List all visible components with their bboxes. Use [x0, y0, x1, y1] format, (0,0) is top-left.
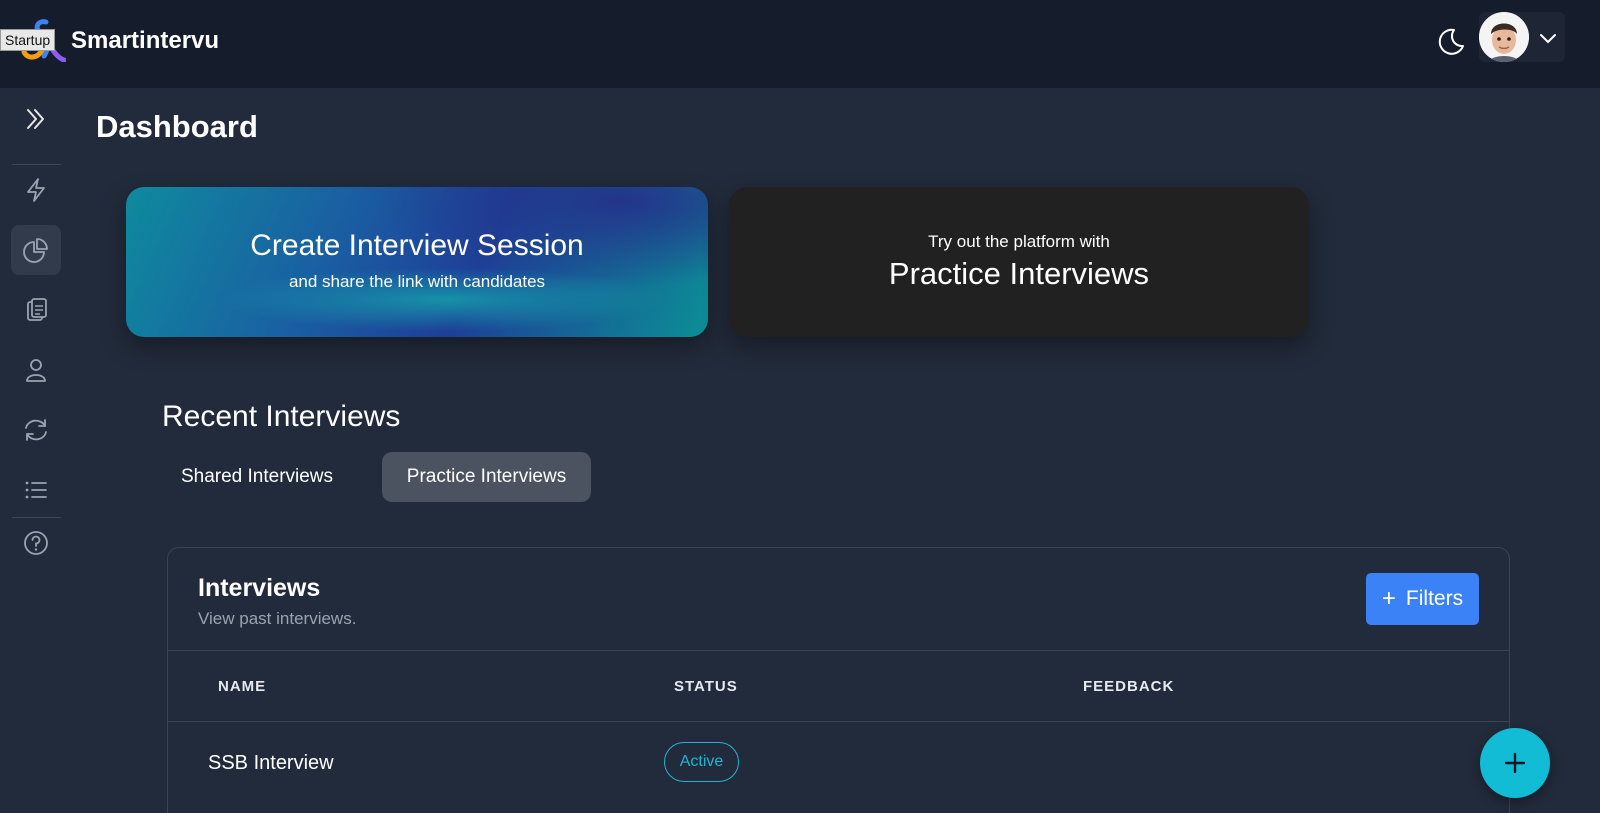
table-subtitle: View past interviews.	[198, 609, 357, 628]
practice-card-title: Practice Interviews	[888, 256, 1150, 291]
sidebar-item-dashboard[interactable]	[11, 225, 61, 275]
list-icon	[25, 481, 47, 499]
clipboard-icon	[27, 298, 47, 321]
page-title: Dashboard	[96, 109, 258, 144]
top-navbar: Smartintervu Startup	[0, 0, 1600, 88]
divider	[168, 721, 1509, 722]
lightning-icon	[27, 178, 45, 202]
sidebar-item-profile[interactable]	[11, 345, 61, 395]
pie-chart-icon	[23, 238, 48, 263]
avatar	[1479, 12, 1529, 62]
user-menu-button[interactable]	[1479, 12, 1565, 62]
filters-button[interactable]: + Filters	[1366, 573, 1479, 625]
plus-icon	[1504, 752, 1526, 774]
help-circle-icon	[24, 531, 48, 555]
double-chevron-right-icon	[27, 109, 44, 129]
filters-label: Filters	[1405, 587, 1464, 610]
create-interview-session-card[interactable]: Create Interview Session and share the l…	[126, 187, 708, 337]
practice-interviews-card[interactable]: Try out the platform with Practice Inter…	[729, 187, 1309, 337]
add-interview-fab[interactable]	[1480, 728, 1550, 798]
interview-name[interactable]: SSB Interview	[208, 752, 334, 775]
column-header-status[interactable]: STATUS	[674, 678, 738, 695]
sidebar-item-interviews[interactable]	[11, 285, 61, 335]
create-card-title: Create Interview Session	[250, 229, 584, 262]
sidebar-item-sync[interactable]	[11, 405, 61, 455]
practice-card-pretext: Try out the platform with	[928, 232, 1110, 251]
sidebar	[0, 88, 72, 813]
sidebar-item-help[interactable]	[11, 518, 61, 568]
column-header-name[interactable]: NAME	[218, 678, 266, 695]
dark-mode-toggle[interactable]	[1434, 24, 1468, 58]
interviews-table-card: Interviews View past interviews. + Filte…	[167, 547, 1510, 813]
column-header-feedback[interactable]: FEEDBACK	[1083, 678, 1174, 695]
user-icon	[26, 359, 46, 382]
recent-interviews-heading: Recent Interviews	[162, 400, 401, 433]
divider	[168, 650, 1509, 651]
tab-practice-interviews[interactable]: Practice Interviews	[382, 452, 591, 502]
refresh-icon	[25, 419, 47, 441]
sidebar-item-quick[interactable]	[11, 165, 61, 215]
tooltip: Startup	[0, 29, 56, 51]
moon-icon	[1438, 28, 1464, 55]
plus-icon: +	[1381, 585, 1396, 612]
sidebar-expand-button[interactable]	[11, 94, 61, 144]
tab-shared-interviews[interactable]: Shared Interviews	[162, 452, 352, 502]
create-card-subtitle: and share the link with candidates	[288, 272, 546, 291]
status-badge: Active	[664, 742, 739, 782]
chevron-down-icon	[1540, 34, 1556, 44]
table-title: Interviews	[198, 574, 321, 602]
sidebar-item-list[interactable]	[11, 465, 61, 515]
app-title[interactable]: Smartintervu	[71, 27, 219, 55]
